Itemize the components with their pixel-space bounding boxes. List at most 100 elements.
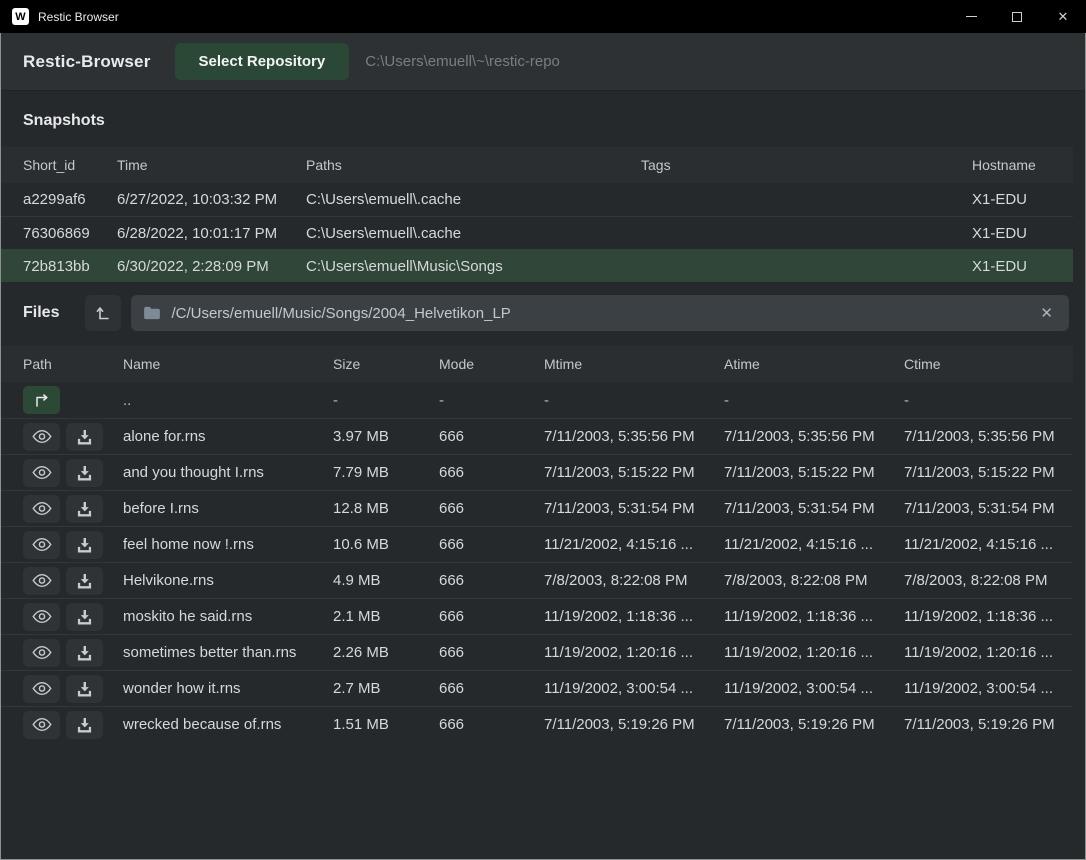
download-file-button[interactable] — [66, 603, 103, 631]
file-atime: 11/19/2002, 3:00:54 ... — [724, 680, 904, 697]
parent-directory-row: .. - - - - - — [1, 382, 1073, 418]
preview-file-button[interactable] — [23, 711, 60, 739]
file-ctime: 11/21/2002, 4:15:16 ... — [904, 536, 1073, 553]
file-mode: 666 — [439, 572, 544, 589]
eye-icon — [32, 645, 52, 660]
download-file-button[interactable] — [66, 675, 103, 703]
file-row: feel home now !.rns 10.6 MB 666 11/21/20… — [1, 526, 1073, 562]
file-atime: 7/11/2003, 5:31:54 PM — [724, 500, 904, 517]
file-row-actions — [23, 603, 123, 631]
snapshot-row[interactable]: 72b813bb 6/30/2022, 2:28:09 PM C:\Users\… — [1, 249, 1073, 282]
window-title: Restic Browser — [38, 10, 119, 24]
column-header-path: Path — [23, 356, 123, 372]
file-mode: 666 — [439, 500, 544, 517]
download-file-button[interactable] — [66, 423, 103, 451]
file-ctime: - — [904, 392, 1073, 409]
open-parent-directory-button[interactable] — [23, 386, 60, 414]
file-name: Helvikone.rns — [123, 572, 333, 589]
preview-file-button[interactable] — [23, 459, 60, 487]
snapshot-row[interactable]: a2299af6 6/27/2022, 10:03:32 PM C:\Users… — [1, 183, 1073, 216]
download-file-button[interactable] — [66, 639, 103, 667]
file-row: and you thought I.rns 7.79 MB 666 7/11/2… — [1, 454, 1073, 490]
eye-icon — [32, 573, 52, 588]
snapshot-hostname: X1-EDU — [972, 225, 1073, 242]
file-ctime: 11/19/2002, 3:00:54 ... — [904, 680, 1073, 697]
maximize-button[interactable] — [994, 0, 1040, 33]
eye-icon — [32, 609, 52, 624]
file-ctime: 7/11/2003, 5:15:22 PM — [904, 464, 1073, 481]
file-size: 2.1 MB — [333, 608, 439, 625]
snapshot-paths: C:\Users\emuell\.cache — [306, 191, 641, 208]
file-atime: 7/11/2003, 5:15:22 PM — [724, 464, 904, 481]
preview-file-button[interactable] — [23, 603, 60, 631]
download-file-button[interactable] — [66, 459, 103, 487]
current-path-field[interactable]: /C/Users/emuell/Music/Songs/2004_Helveti… — [131, 295, 1069, 331]
file-mtime: 7/11/2003, 5:15:22 PM — [544, 464, 724, 481]
select-repository-button[interactable]: Select Repository — [175, 43, 350, 80]
download-file-button[interactable] — [66, 711, 103, 739]
file-mode: 666 — [439, 608, 544, 625]
file-name: wrecked because of.rns — [123, 716, 333, 733]
minimize-button[interactable] — [948, 0, 994, 33]
file-mtime: 11/19/2002, 3:00:54 ... — [544, 680, 724, 697]
column-header-time: Time — [117, 157, 306, 173]
snapshot-short-id: a2299af6 — [23, 191, 117, 208]
download-icon — [76, 573, 93, 589]
file-ctime: 11/19/2002, 1:18:36 ... — [904, 608, 1073, 625]
files-bar: Files /C/Users/emuell/Music/Songs/2004_H… — [23, 293, 1069, 333]
download-file-button[interactable] — [66, 531, 103, 559]
eye-icon — [32, 501, 52, 516]
file-mtime: 11/19/2002, 1:20:16 ... — [544, 644, 724, 661]
preview-file-button[interactable] — [23, 495, 60, 523]
preview-file-button[interactable] — [23, 567, 60, 595]
file-name: feel home now !.rns — [123, 536, 333, 553]
file-ctime: 7/11/2003, 5:19:26 PM — [904, 716, 1073, 733]
file-size: 2.7 MB — [333, 680, 439, 697]
snapshot-row[interactable]: 76306869 6/28/2022, 10:01:17 PM C:\Users… — [1, 216, 1073, 249]
eye-icon — [32, 681, 52, 696]
file-atime: 7/8/2003, 8:22:08 PM — [724, 572, 904, 589]
snapshot-paths: C:\Users\emuell\Music\Songs — [306, 258, 641, 275]
eye-icon — [32, 429, 52, 444]
files-section-title: Files — [23, 304, 59, 322]
download-file-button[interactable] — [66, 567, 103, 595]
file-ctime: 7/11/2003, 5:35:56 PM — [904, 428, 1073, 445]
level-up-icon — [95, 305, 111, 321]
download-file-button[interactable] — [66, 495, 103, 523]
file-size: 2.26 MB — [333, 644, 439, 661]
file-mtime: 7/11/2003, 5:35:56 PM — [544, 428, 724, 445]
preview-file-button[interactable] — [23, 675, 60, 703]
file-mtime: 7/8/2003, 8:22:08 PM — [544, 572, 724, 589]
snapshot-time: 6/30/2022, 2:28:09 PM — [117, 258, 306, 275]
file-row: wonder how it.rns 2.7 MB 666 11/19/2002,… — [1, 670, 1073, 706]
snapshot-time: 6/27/2022, 10:03:32 PM — [117, 191, 306, 208]
preview-file-button[interactable] — [23, 639, 60, 667]
file-mode: 666 — [439, 716, 544, 733]
eye-icon — [32, 717, 52, 732]
file-mtime: 11/21/2002, 4:15:16 ... — [544, 536, 724, 553]
clear-path-button[interactable]: ✕ — [1036, 304, 1057, 323]
preview-file-button[interactable] — [23, 423, 60, 451]
file-row-actions — [23, 423, 123, 451]
go-to-parent-button[interactable] — [85, 295, 121, 331]
maximize-icon — [1012, 12, 1022, 22]
titlebar-left: W Restic Browser — [0, 8, 948, 25]
file-row-actions — [23, 386, 123, 414]
file-mode: 666 — [439, 536, 544, 553]
file-size: 3.97 MB — [333, 428, 439, 445]
files-table-body: .. - - - - - — [1, 382, 1073, 742]
file-row-actions — [23, 459, 123, 487]
snapshot-time: 6/28/2022, 10:01:17 PM — [117, 225, 306, 242]
repository-path: C:\Users\emuell\~\restic-repo — [365, 53, 560, 70]
close-button[interactable]: ✕ — [1040, 0, 1086, 33]
preview-file-button[interactable] — [23, 531, 60, 559]
column-header-tags: Tags — [641, 157, 972, 173]
file-mode: 666 — [439, 464, 544, 481]
file-size: 4.9 MB — [333, 572, 439, 589]
file-mtime: 7/11/2003, 5:31:54 PM — [544, 500, 724, 517]
file-row-actions — [23, 711, 123, 739]
file-atime: 11/21/2002, 4:15:16 ... — [724, 536, 904, 553]
column-header-paths: Paths — [306, 157, 641, 173]
file-name: before I.rns — [123, 500, 333, 517]
file-row: before I.rns 12.8 MB 666 7/11/2003, 5:31… — [1, 490, 1073, 526]
